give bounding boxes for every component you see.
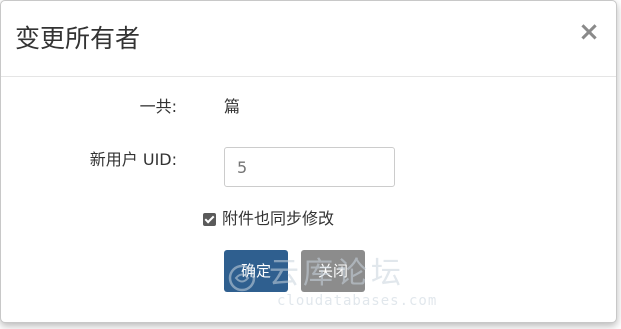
close-button[interactable]: 关闭 [301, 250, 365, 292]
change-owner-dialog: 变更所有者 × 一共: 篇 新用户 UID: 附件也同步修改 确定 关闭 云库论… [0, 0, 617, 323]
total-value: 篇 [224, 97, 241, 116]
total-label: 一共: [139, 97, 177, 116]
confirm-button[interactable]: 确定 [224, 250, 288, 292]
attachments-checkbox[interactable] [203, 212, 216, 226]
close-icon[interactable]: × [578, 19, 600, 45]
new-uid-label: 新用户 UID: [89, 150, 177, 169]
dialog-title: 变更所有者 [15, 24, 141, 53]
attachments-checkbox-row[interactable]: 附件也同步修改 [203, 208, 334, 230]
new-uid-input[interactable] [224, 147, 395, 187]
watermark-subtitle: cloudatabases.com [277, 293, 438, 309]
attachments-checkbox-label[interactable]: 附件也同步修改 [222, 208, 334, 230]
dialog-header: 变更所有者 × [1, 1, 616, 77]
